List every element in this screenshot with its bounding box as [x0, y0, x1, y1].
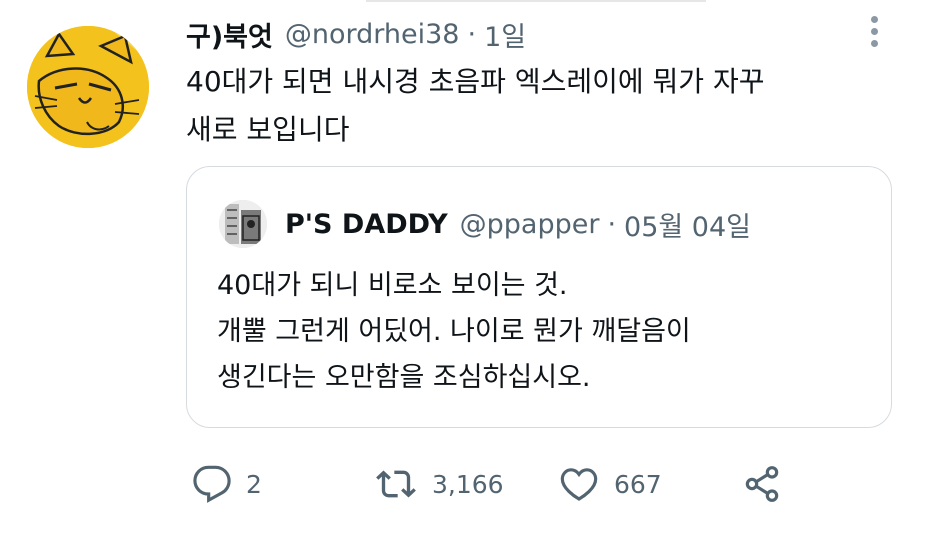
- top-divider: [366, 0, 706, 2]
- quoted-author-avatar: [219, 200, 267, 248]
- like-button[interactable]: 667: [558, 456, 662, 512]
- quoted-author-handle: @ppapper: [459, 208, 600, 240]
- quoted-tweet-time: 05월 04일: [624, 211, 752, 243]
- reply-icon: [193, 465, 231, 503]
- retweet-button[interactable]: 3,166: [374, 456, 504, 512]
- author-handle[interactable]: @nordrhei38: [285, 19, 460, 50]
- tweet-text: 40대가 되면 내시경 초음파 엑스레이에 뭐가 자꾸 새로 보입니다: [186, 65, 765, 146]
- like-count: 667: [614, 469, 662, 499]
- cat-avatar-image: [27, 26, 149, 148]
- reply-button[interactable]: 2: [192, 456, 262, 512]
- tweet-time[interactable]: 1일: [484, 15, 526, 54]
- share-icon: [745, 466, 779, 502]
- reply-count: 2: [246, 469, 262, 499]
- quoted-tweet-card[interactable]: P'S DADDY @ppapper · 05월 04일 40대가 되니 비로소…: [186, 166, 892, 428]
- tweet-header: 구)북엇 @nordrhei38 · 1일: [186, 14, 526, 54]
- quoted-author-name: P'S DADDY: [285, 208, 448, 240]
- retweet-icon: [376, 470, 416, 498]
- author-avatar[interactable]: [27, 26, 149, 148]
- quoted-tweet-header: P'S DADDY @ppapper · 05월 04일: [219, 197, 751, 251]
- author-name[interactable]: 구)북엇: [186, 15, 273, 54]
- share-button[interactable]: [742, 456, 782, 512]
- retweet-count: 3,166: [432, 469, 504, 499]
- separator-dot: ·: [607, 208, 617, 240]
- comic-avatar-image: [219, 200, 267, 248]
- separator-dot: ·: [467, 18, 477, 50]
- tweet-actions-bar: 2 3,166 667: [186, 456, 906, 512]
- more-vertical-icon[interactable]: [864, 12, 884, 52]
- heart-icon: [560, 468, 598, 501]
- quoted-tweet-text: 40대가 되니 비로소 보이는 것. 개뿔 그런게 어딨어. 나이로 뭔가 깨달…: [217, 270, 691, 393]
